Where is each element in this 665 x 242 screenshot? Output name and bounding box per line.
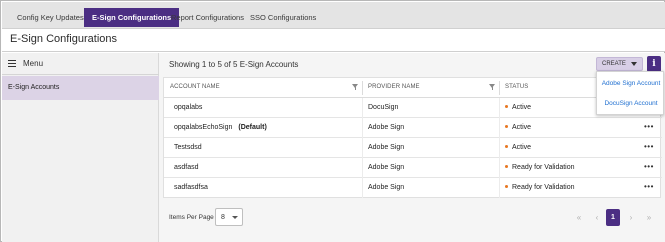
next-page-button[interactable]: › [625, 209, 637, 226]
column-divider [362, 158, 363, 178]
column-divider [499, 118, 500, 138]
results-count: Showing 1 to 5 of 5 E-Sign Accounts [169, 60, 299, 69]
table-row[interactable]: sadfasdfsa Adobe Sign Ready for Validati… [164, 178, 662, 198]
column-header-account-name[interactable]: ACCOUNT NAME [170, 84, 220, 90]
column-divider [362, 81, 363, 95]
column-divider [499, 178, 500, 198]
status-cell: Active [505, 104, 531, 111]
table-row[interactable]: opqalabsEchoSign (Default) Adobe Sign Act… [164, 118, 662, 138]
account-name-cell: opqalabs [174, 104, 203, 111]
top-tab-bar: Config Key Updates E-Sign Configurations… [2, 2, 665, 29]
status-text: Active [512, 124, 532, 131]
filter-icon[interactable] [489, 84, 495, 90]
filter-icon[interactable] [352, 84, 358, 90]
menu-item-adobe-sign-account[interactable]: Adobe Sign Account [597, 74, 665, 94]
provider-name-cell: Adobe Sign [368, 144, 405, 151]
create-dropdown-menu: Adobe Sign Account DocuSign Account [596, 71, 664, 115]
column-divider [499, 138, 500, 158]
info-button[interactable]: i [647, 56, 661, 72]
chevron-down-icon [631, 62, 637, 66]
column-divider [499, 81, 500, 95]
tab-sso-configurations[interactable]: SSO Configurations [242, 8, 324, 27]
first-page-button[interactable]: « [573, 209, 585, 226]
status-text: Ready for Validation [512, 184, 575, 191]
status-text: Active [512, 104, 532, 111]
more-actions-icon[interactable]: ••• [644, 142, 654, 151]
column-divider [362, 178, 363, 198]
status-cell: Active [505, 144, 531, 151]
more-actions-icon[interactable]: ••• [644, 182, 654, 191]
column-divider [499, 98, 500, 118]
items-per-page-label: Items Per Page [169, 214, 214, 221]
column-divider [362, 118, 363, 138]
provider-name-cell: Adobe Sign [368, 124, 405, 131]
account-name-cell: asdfasd [174, 164, 199, 171]
hamburger-icon[interactable] [8, 60, 16, 67]
column-divider [362, 98, 363, 118]
create-button[interactable]: CREATE [596, 57, 643, 71]
items-per-page-value: 8 [221, 214, 225, 221]
status-cell: Active [505, 124, 531, 131]
account-name-cell: Testsdsd [174, 144, 202, 151]
status-text: Active [512, 144, 532, 151]
previous-page-button[interactable]: ‹ [591, 209, 603, 226]
column-divider [362, 138, 363, 158]
sidebar: Menu E-Sign Accounts [2, 53, 159, 242]
menu-toggle[interactable]: Menu [2, 53, 159, 75]
title-bar: E-Sign Configurations [2, 29, 665, 52]
provider-name-cell: DocuSign [368, 104, 399, 111]
account-name: opqalabsEchoSign [174, 124, 233, 131]
main-panel: Showing 1 to 5 of 5 E-Sign Accounts CREA… [159, 53, 665, 242]
tab-config-key-updates[interactable]: Config Key Updates [9, 8, 92, 27]
account-name-cell: opqalabsEchoSign (Default) [174, 124, 267, 131]
status-cell: Ready for Validation [505, 164, 575, 171]
default-badge: (Default) [238, 124, 267, 131]
column-header-provider-name[interactable]: PROVIDER NAME [368, 84, 420, 90]
status-dot-icon [505, 105, 508, 108]
table-row[interactable]: Testsdsd Adobe Sign Active ••• [164, 138, 662, 158]
status-dot-icon [505, 125, 508, 128]
account-name-cell: sadfasdfsa [174, 184, 208, 191]
chevron-down-icon [232, 216, 238, 219]
provider-name-cell: Adobe Sign [368, 164, 405, 171]
status-dot-icon [505, 185, 508, 188]
menu-item-docusign-account[interactable]: DocuSign Account [597, 94, 665, 114]
more-actions-icon[interactable]: ••• [644, 162, 654, 171]
column-divider [499, 158, 500, 178]
provider-name-cell: Adobe Sign [368, 184, 405, 191]
table-header: ACCOUNT NAME PROVIDER NAME STATUS [164, 78, 662, 98]
page-number-current[interactable]: 1 [606, 209, 620, 226]
table-row[interactable]: opqalabs DocuSign Active [164, 98, 662, 118]
tab-report-configurations[interactable]: Report Configurations [163, 8, 252, 27]
status-cell: Ready for Validation [505, 184, 575, 191]
items-per-page-select[interactable]: 8 [215, 208, 243, 226]
column-header-status[interactable]: STATUS [505, 84, 528, 90]
more-actions-icon[interactable]: ••• [644, 122, 654, 131]
table-row[interactable]: asdfasd Adobe Sign Ready for Validation … [164, 158, 662, 178]
app-frame: Config Key Updates E-Sign Configurations… [0, 0, 665, 242]
status-dot-icon [505, 145, 508, 148]
status-text: Ready for Validation [512, 164, 575, 171]
last-page-button[interactable]: » [643, 209, 655, 226]
sidebar-item-e-sign-accounts[interactable]: E-Sign Accounts [2, 76, 159, 100]
page-title: E-Sign Configurations [10, 33, 118, 45]
accounts-table: ACCOUNT NAME PROVIDER NAME STATUS opqala… [163, 77, 662, 198]
menu-label: Menu [23, 59, 44, 68]
create-button-label: CREATE [602, 61, 626, 67]
status-dot-icon [505, 165, 508, 168]
